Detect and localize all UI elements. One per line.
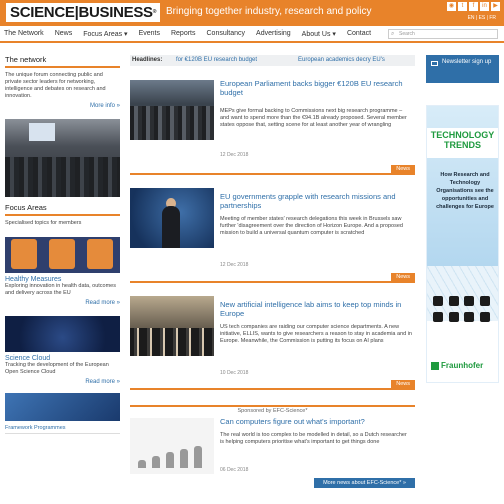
globe-icon xyxy=(448,312,459,322)
network-description: The unique forum connecting public and p… xyxy=(5,72,106,99)
lightning-icon xyxy=(448,296,459,306)
healthy-measures-description: Exploring innovation in health data, out… xyxy=(5,283,116,296)
twitter-icon[interactable]: t xyxy=(458,2,467,11)
framework-programmes-image[interactable] xyxy=(5,393,120,421)
header-bar: SCIENCE|BUSINESS® Bringing together indu… xyxy=(0,0,504,26)
healthy-read-more-link[interactable]: Read more » xyxy=(5,300,120,306)
article-summary: US tech companies are raiding our comput… xyxy=(220,324,412,344)
leaf-icon xyxy=(464,296,474,306)
nav-item-news[interactable]: News xyxy=(55,30,73,38)
article-date: 12 Dec 2018 xyxy=(220,152,249,158)
nav-item-consultancy[interactable]: Consultancy xyxy=(207,30,246,38)
chip-icon xyxy=(464,312,474,322)
envelope-icon xyxy=(431,61,438,66)
article-date: 10 Dec 2018 xyxy=(220,370,249,376)
more-info-link[interactable]: More info » xyxy=(5,103,120,109)
sponsored-label: Sponsored by EFC-Science* xyxy=(130,405,415,415)
main-nav: The Network News Focus Areas ▾ Events Re… xyxy=(0,26,504,43)
science-cloud-title[interactable]: Science Cloud xyxy=(5,355,120,362)
rss-icon[interactable]: ◉ xyxy=(447,2,456,11)
article-date: 06 Dec 2018 xyxy=(220,467,249,473)
nav-item-network[interactable]: The Network xyxy=(4,30,44,38)
ad-icons xyxy=(433,296,495,322)
news-tag[interactable]: News xyxy=(391,273,415,281)
network-heading: The network xyxy=(5,55,120,68)
article-summary: MEPs give formal backing to Commissions … xyxy=(220,108,407,128)
social-links: ◉ t f in ▶ xyxy=(447,2,500,11)
conference-photo xyxy=(5,119,120,197)
car-icon xyxy=(433,312,443,322)
fraunhofer-logo: Fraunhofer xyxy=(431,361,483,370)
gear-icon xyxy=(479,296,490,306)
technology-trends-ad[interactable]: TECHNOLOGY TRENDS How Research and Techn… xyxy=(426,105,499,383)
article-date: 12 Dec 2018 xyxy=(220,262,249,268)
article-thumbnail[interactable] xyxy=(130,418,214,474)
language-switcher[interactable]: EN | ES | FR xyxy=(468,15,496,21)
factory-icon xyxy=(433,296,443,306)
article-thumbnail[interactable] xyxy=(130,296,214,356)
article-title[interactable]: Can computers figure out what's importan… xyxy=(220,417,410,427)
science-cloud-image[interactable] xyxy=(5,316,120,352)
ticker-item[interactable]: European academics decry EU's xyxy=(298,57,385,63)
linkedin-icon[interactable]: in xyxy=(480,2,489,11)
news-tag[interactable]: News xyxy=(391,380,415,388)
article-title[interactable]: European Parliament backs bigger €120B E… xyxy=(220,79,410,97)
shield-icon xyxy=(479,312,490,322)
focus-areas-heading: Focus Areas xyxy=(5,203,120,216)
site-logo[interactable]: SCIENCE|BUSINESS® xyxy=(6,3,161,22)
ticker-item[interactable]: for €120B EU research budget xyxy=(176,57,257,63)
article-card: European Parliament backs bigger €120B E… xyxy=(130,79,415,175)
cloud-read-more-link[interactable]: Read more » xyxy=(5,379,120,385)
youtube-icon[interactable]: ▶ xyxy=(491,2,500,11)
article-summary: The real world is too complex to be mode… xyxy=(220,432,407,445)
healthy-measures-title[interactable]: Healthy Measures xyxy=(5,276,120,283)
news-tag[interactable]: News xyxy=(391,165,415,173)
search-input[interactable]: ⌕ Search xyxy=(388,29,498,39)
nav-item-contact[interactable]: Contact xyxy=(347,30,371,38)
nav-item-focus-areas[interactable]: Focus Areas ▾ xyxy=(83,30,127,38)
search-icon: ⌕ xyxy=(391,31,395,37)
article-thumbnail[interactable] xyxy=(130,80,214,140)
nav-item-about-us[interactable]: About Us ▾ xyxy=(302,30,336,38)
newsletter-signup-button[interactable]: Newsletter sign up xyxy=(426,55,499,83)
nav-item-events[interactable]: Events xyxy=(139,30,160,38)
headlines-ticker: Headlines: for €120B EU research budget … xyxy=(130,55,415,66)
ticker-label: Headlines: xyxy=(132,57,163,63)
article-summary: Meeting of member states' research deleg… xyxy=(220,216,403,236)
ad-title: TECHNOLOGY TRENDS xyxy=(430,130,495,150)
site-tagline: Bringing together industry, research and… xyxy=(166,6,372,17)
nav-item-reports[interactable]: Reports xyxy=(171,30,196,38)
article-title[interactable]: EU governments grapple with research mis… xyxy=(220,192,410,210)
article-title[interactable]: New artificial intelligence lab aims to … xyxy=(220,300,410,318)
focus-areas-description: Specialised topics for members xyxy=(5,220,82,226)
article-card: EU governments grapple with research mis… xyxy=(130,188,415,283)
article-card: New artificial intelligence lab aims to … xyxy=(130,296,415,390)
facebook-icon[interactable]: f xyxy=(469,2,478,11)
science-cloud-description: Tracking the development of the European… xyxy=(5,362,109,375)
nav-item-advertising[interactable]: Advertising xyxy=(256,30,291,38)
article-thumbnail[interactable] xyxy=(130,188,214,248)
more-efc-news-button[interactable]: More news about EFC-Science* » xyxy=(314,478,415,488)
left-sidebar: The network The unique forum connecting … xyxy=(5,55,120,434)
ad-description: How Research and Technology Organisation… xyxy=(436,172,494,210)
healthy-measures-image[interactable] xyxy=(5,237,120,273)
framework-programmes-label[interactable]: Framework Programmes xyxy=(5,425,120,434)
